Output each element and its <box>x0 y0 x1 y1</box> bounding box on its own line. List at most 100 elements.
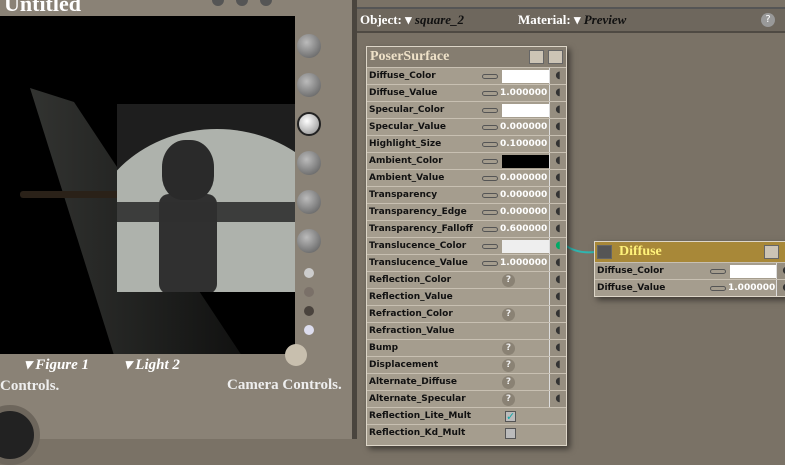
input-plug-icon[interactable]: ◖ <box>549 153 566 169</box>
param-row-highlight-size[interactable]: Highlight_Size 0.100000 ◖ <box>367 135 566 152</box>
link-key-icon[interactable] <box>482 227 498 232</box>
checkbox[interactable] <box>505 428 516 439</box>
param-row-specular-value[interactable]: Specular_Value 0.000000 ◖ <box>367 118 566 135</box>
param-row-diffuse-value[interactable]: Diffuse_Value 1.000000◖ <box>595 279 785 296</box>
value-field[interactable]: 0.000000 <box>500 187 547 203</box>
param-row-transparency-edge[interactable]: Transparency_Edge 0.000000 ◖ <box>367 203 566 220</box>
input-plug-icon[interactable]: ◖ <box>776 263 785 279</box>
input-plug-icon[interactable]: ◖ <box>549 238 566 254</box>
help-button[interactable]: ? <box>761 13 775 27</box>
node-options-icon[interactable] <box>764 245 779 259</box>
param-row-transparency[interactable]: Transparency 0.000000 ◖ <box>367 186 566 203</box>
node-collapse-icon[interactable] <box>597 245 612 259</box>
link-key-icon[interactable] <box>482 176 498 181</box>
texture-shaded-icon[interactable] <box>297 229 321 253</box>
param-row-refraction-value[interactable]: Refraction_Value ◖ <box>367 322 566 339</box>
color-swatch[interactable] <box>502 104 549 117</box>
3d-viewport[interactable] <box>0 16 295 354</box>
param-row-alternate-specular[interactable]: Alternate_Specular? ◖ <box>367 390 566 407</box>
link-key-icon[interactable] <box>482 91 498 96</box>
background-color-icon[interactable] <box>285 344 307 366</box>
link-key-icon[interactable] <box>482 125 498 130</box>
move-icon[interactable] <box>236 0 248 6</box>
help-icon[interactable]: ? <box>502 342 515 355</box>
lit-wireframe-icon[interactable] <box>297 190 321 214</box>
square-object[interactable] <box>117 104 295 292</box>
link-key-icon[interactable] <box>482 261 498 266</box>
param-row-reflection-value[interactable]: Reflection_Value ◖ <box>367 288 566 305</box>
node-preview-eye-icon[interactable] <box>548 50 563 64</box>
link-key-icon[interactable] <box>482 108 498 113</box>
color-swatch[interactable] <box>502 70 549 83</box>
param-row-reflection-lite-mult[interactable]: Reflection_Lite_Mult ✓ <box>367 407 566 424</box>
input-plug-icon[interactable]: ◖ <box>549 187 566 203</box>
wireframe-icon[interactable] <box>297 34 321 58</box>
value-field[interactable]: 0.000000 <box>500 204 547 220</box>
material-selector[interactable]: Material: ▾ Preview <box>518 12 626 28</box>
param-row-ambient-value[interactable]: Ambient_Value 0.000000 ◖ <box>367 169 566 186</box>
color-dot-4[interactable] <box>304 325 314 335</box>
camera-trackball[interactable] <box>0 405 40 465</box>
light-menu[interactable]: ▾ Light 2 <box>124 355 180 374</box>
param-row-alternate-diffuse[interactable]: Alternate_Diffuse? ◖ <box>367 373 566 390</box>
input-plug-icon[interactable]: ◖ <box>549 391 566 407</box>
help-icon[interactable]: ? <box>502 274 515 287</box>
checkbox[interactable]: ✓ <box>505 411 516 422</box>
input-plug-icon[interactable]: ◖ <box>549 289 566 305</box>
param-row-diffuse-color[interactable]: Diffuse_Color ◖ <box>595 262 785 279</box>
value-field[interactable]: 0.600000 <box>500 221 547 237</box>
help-icon[interactable]: ? <box>502 308 515 321</box>
color-dot-2[interactable] <box>304 287 314 297</box>
color-swatch[interactable] <box>502 240 549 253</box>
input-plug-icon[interactable]: ◖ <box>549 323 566 339</box>
param-row-refraction-color[interactable]: Refraction_Color? ◖ <box>367 305 566 322</box>
poser-surface-node[interactable]: PoserSurface Diffuse_Color ◖ Diffuse_Value… <box>366 46 567 446</box>
node-options-icon[interactable] <box>529 50 544 64</box>
value-field[interactable]: 1.000000 <box>728 280 775 296</box>
param-row-displacement[interactable]: Displacement? ◖ <box>367 356 566 373</box>
param-row-transparency-falloff[interactable]: Transparency_Falloff 0.600000 ◖ <box>367 220 566 237</box>
link-key-icon[interactable] <box>482 210 498 215</box>
link-key-icon[interactable] <box>710 269 726 274</box>
link-key-icon[interactable] <box>482 244 498 249</box>
input-plug-icon[interactable]: ◖ <box>549 221 566 237</box>
param-row-bump[interactable]: Bump? ◖ <box>367 339 566 356</box>
input-plug-icon[interactable]: ◖ <box>549 340 566 356</box>
diffuse-node[interactable]: Diffuse Diffuse_Color ◖ Diffuse_Value 1.000… <box>594 241 785 297</box>
flat-shaded-icon[interactable] <box>297 151 321 175</box>
input-plug-icon[interactable]: ◖ <box>776 280 785 296</box>
param-row-diffuse-color[interactable]: Diffuse_Color ◖ <box>367 67 566 84</box>
color-dot-1[interactable] <box>304 268 314 278</box>
value-field[interactable]: 1.000000 <box>500 85 547 101</box>
input-plug-icon[interactable]: ◖ <box>549 68 566 84</box>
link-key-icon[interactable] <box>710 286 726 291</box>
param-row-diffuse-value[interactable]: Diffuse_Value 1.000000◖ <box>367 84 566 101</box>
value-field[interactable]: 0.100000 <box>500 136 547 152</box>
input-plug-icon[interactable]: ◖ <box>549 85 566 101</box>
link-key-icon[interactable] <box>482 142 498 147</box>
param-row-reflection-kd-mult[interactable]: Reflection_Kd_Mult <box>367 424 566 441</box>
link-key-icon[interactable] <box>482 193 498 198</box>
input-plug-icon[interactable]: ◖ <box>549 170 566 186</box>
param-row-specular-color[interactable]: Specular_Color ◖ <box>367 101 566 118</box>
zoom-icon[interactable] <box>260 0 272 6</box>
color-swatch[interactable] <box>502 155 549 168</box>
input-plug-icon[interactable]: ◖ <box>549 374 566 390</box>
smooth-shaded-icon[interactable] <box>297 112 321 136</box>
value-field[interactable]: 1.000000 <box>500 255 547 271</box>
param-row-ambient-color[interactable]: Ambient_Color ◖ <box>367 152 566 169</box>
hidden-line-icon[interactable] <box>297 73 321 97</box>
param-row-translucence-value[interactable]: Translucence_Value 1.000000 ◖ <box>367 254 566 271</box>
figure-menu[interactable]: ▾ Figure 1 <box>24 355 89 374</box>
color-dot-3[interactable] <box>304 306 314 316</box>
link-key-icon[interactable] <box>482 159 498 164</box>
param-row-translucence-color[interactable]: Translucence_Color ◖ <box>367 237 566 254</box>
diffuse-header[interactable]: Diffuse <box>595 242 785 262</box>
input-plug-icon[interactable]: ◖ <box>549 272 566 288</box>
input-plug-icon[interactable]: ◖ <box>549 357 566 373</box>
help-icon[interactable]: ? <box>502 376 515 389</box>
value-field[interactable]: 0.000000 <box>500 119 547 135</box>
help-icon[interactable]: ? <box>502 359 515 372</box>
render-icon[interactable] <box>212 0 224 6</box>
input-plug-icon[interactable]: ◖ <box>549 119 566 135</box>
